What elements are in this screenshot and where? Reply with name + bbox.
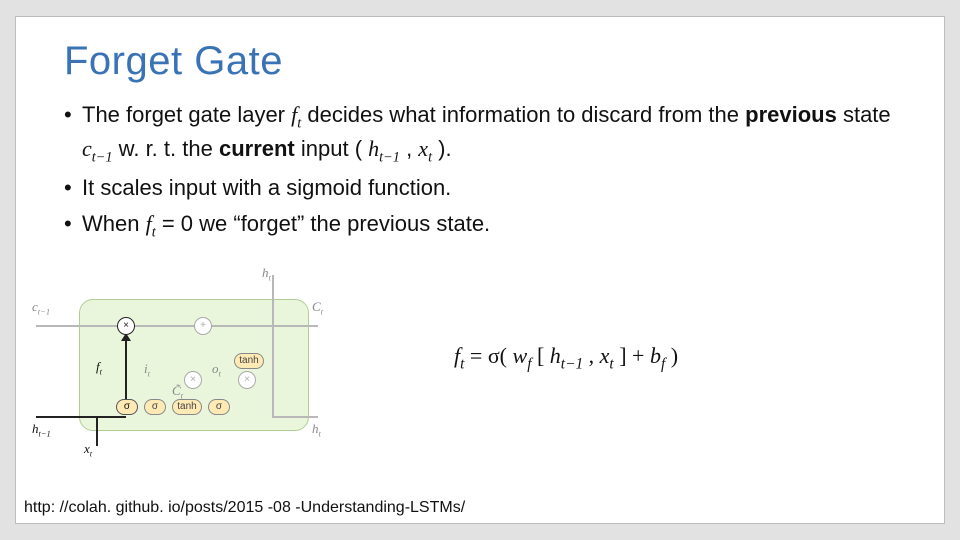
symbol-ct1: ct−1 xyxy=(82,136,113,161)
t: , xyxy=(589,343,600,368)
text: input ( xyxy=(301,136,362,161)
text: decides what information to discard from… xyxy=(307,102,745,127)
t: t−1 xyxy=(39,428,51,438)
tanh-output: tanh xyxy=(234,353,264,369)
t: t xyxy=(152,224,156,240)
bullet-1: The forget gate layer ft decides what in… xyxy=(64,100,896,167)
t: x xyxy=(600,343,610,368)
t: ) xyxy=(671,343,678,368)
symbol-xt: xt xyxy=(418,136,432,161)
cell-state-line xyxy=(36,325,318,327)
bullet-2: It scales input with a sigmoid function. xyxy=(64,173,896,203)
t: t xyxy=(297,115,301,131)
t: f xyxy=(661,355,665,372)
text: , xyxy=(406,136,418,161)
t: t xyxy=(319,428,321,438)
multiply-input-op: × xyxy=(184,371,202,389)
t: t xyxy=(609,355,613,372)
t: f xyxy=(527,355,531,372)
source-link: http: //colah. github. io/posts/2015 -08… xyxy=(24,499,465,517)
t: = σ( xyxy=(470,343,507,368)
t: ] + xyxy=(619,343,650,368)
text: = 0 we “forget” the previous state. xyxy=(162,211,490,236)
t: c xyxy=(82,136,92,161)
word-previous: previous xyxy=(745,102,837,127)
text: w. r. t. the xyxy=(119,136,219,161)
t: h xyxy=(550,343,561,368)
input-line xyxy=(36,416,126,418)
label-it: it xyxy=(144,361,150,379)
h-up-line xyxy=(272,275,274,417)
t: C xyxy=(312,299,321,314)
label-xt: xt xyxy=(84,441,92,459)
t: t xyxy=(181,390,183,400)
xt-line xyxy=(96,416,98,446)
text: state xyxy=(843,102,891,127)
bullet-list: The forget gate layer ft decides what in… xyxy=(64,100,896,243)
t: t−1 xyxy=(561,355,583,372)
t: t−1 xyxy=(38,306,50,316)
t: t xyxy=(460,355,464,372)
symbol-ft2: ft xyxy=(146,211,156,236)
t: t xyxy=(148,368,150,378)
forget-gate-equation: ft = σ( wf [ ht−1 , xt ] + bf ) xyxy=(454,343,678,373)
t: h xyxy=(368,136,379,161)
t: t xyxy=(90,448,92,458)
label-ot: ot xyxy=(212,361,221,379)
multiply-forget-op: × xyxy=(117,317,135,335)
symbol-ht1: ht−1 xyxy=(368,136,400,161)
label-ft: ft xyxy=(96,359,102,377)
slide-title: Forget Gate xyxy=(64,39,896,84)
t: b xyxy=(650,343,661,368)
bullet-3: When ft = 0 we “forget” the previous sta… xyxy=(64,209,896,243)
t: t−1 xyxy=(92,149,113,165)
symbol-ft: ft xyxy=(291,102,301,127)
t: x xyxy=(418,136,428,161)
lstm-diagram: × + × × σ σ tanh σ tanh ct−1 Ct ht−1 ht … xyxy=(24,271,324,446)
sigmoid-output: σ xyxy=(208,399,230,415)
text: When xyxy=(82,211,146,236)
text: ). xyxy=(438,136,451,161)
tanh-input: tanh xyxy=(172,399,202,415)
add-op: + xyxy=(194,317,212,335)
slide: Forget Gate The forget gate layer ft dec… xyxy=(15,16,945,524)
h-out-line xyxy=(272,416,318,418)
sigmoid-input: σ xyxy=(144,399,166,415)
t: t xyxy=(321,306,323,316)
t: t xyxy=(428,149,432,165)
label-ct-1: ct−1 xyxy=(32,299,50,317)
t: t xyxy=(269,272,271,282)
multiply-output-op: × xyxy=(238,371,256,389)
label-c-tilde: C̃t xyxy=(172,383,183,401)
t: C̃ xyxy=(172,383,181,398)
t: t xyxy=(219,368,221,378)
word-current: current xyxy=(219,136,295,161)
label-ht: ht xyxy=(312,421,321,439)
text: The forget gate layer xyxy=(82,102,291,127)
label-ct: Ct xyxy=(312,299,323,317)
content-row: × + × × σ σ tanh σ tanh ct−1 Ct ht−1 ht … xyxy=(64,271,896,446)
t: [ xyxy=(537,343,544,368)
label-ht-top: ht xyxy=(262,265,271,283)
t: t−1 xyxy=(379,149,400,165)
label-ht-1: ht−1 xyxy=(32,421,51,439)
t: t xyxy=(100,366,102,376)
t: w xyxy=(513,343,528,368)
sigmoid-forget: σ xyxy=(116,399,138,415)
